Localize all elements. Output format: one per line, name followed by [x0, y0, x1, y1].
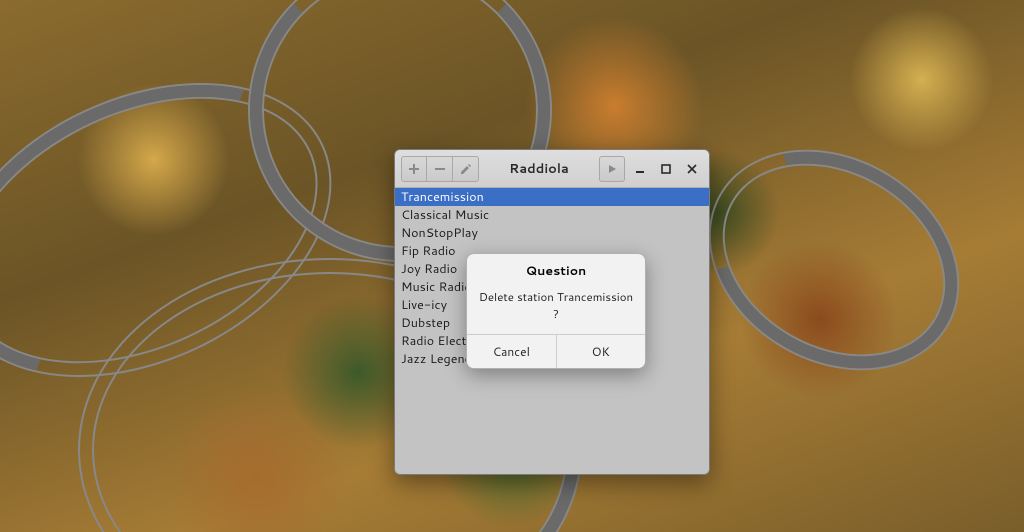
window-controls: [629, 162, 703, 176]
pencil-icon: [460, 163, 472, 175]
edit-button[interactable]: [453, 156, 479, 182]
play-icon: [607, 164, 617, 174]
list-item[interactable]: Classical Music: [395, 206, 709, 224]
minimize-button[interactable]: [633, 162, 647, 176]
dialog-message: Delete station Trancemission ?: [467, 284, 645, 334]
confirm-dialog: Question Delete station Trancemission ? …: [466, 253, 646, 369]
dialog-title: Question: [467, 254, 645, 284]
add-button[interactable]: [401, 156, 427, 182]
maximize-icon: [661, 164, 671, 174]
play-button[interactable]: [599, 156, 625, 182]
close-icon: [687, 164, 697, 174]
cancel-button[interactable]: Cancel: [467, 335, 557, 368]
list-item[interactable]: NonStopPlay: [395, 224, 709, 242]
ok-button[interactable]: OK: [557, 335, 646, 368]
dialog-buttons: Cancel OK: [467, 334, 645, 368]
titlebar[interactable]: Raddiola: [395, 150, 709, 188]
toolbar-group-edit: [401, 156, 479, 182]
minimize-icon: [635, 164, 645, 174]
close-button[interactable]: [685, 162, 699, 176]
plus-icon: [408, 163, 420, 175]
maximize-button[interactable]: [659, 162, 673, 176]
list-item[interactable]: Trancemission: [395, 188, 709, 206]
remove-button[interactable]: [427, 156, 453, 182]
window-title: Raddiola: [483, 160, 595, 178]
minus-icon: [434, 163, 446, 175]
